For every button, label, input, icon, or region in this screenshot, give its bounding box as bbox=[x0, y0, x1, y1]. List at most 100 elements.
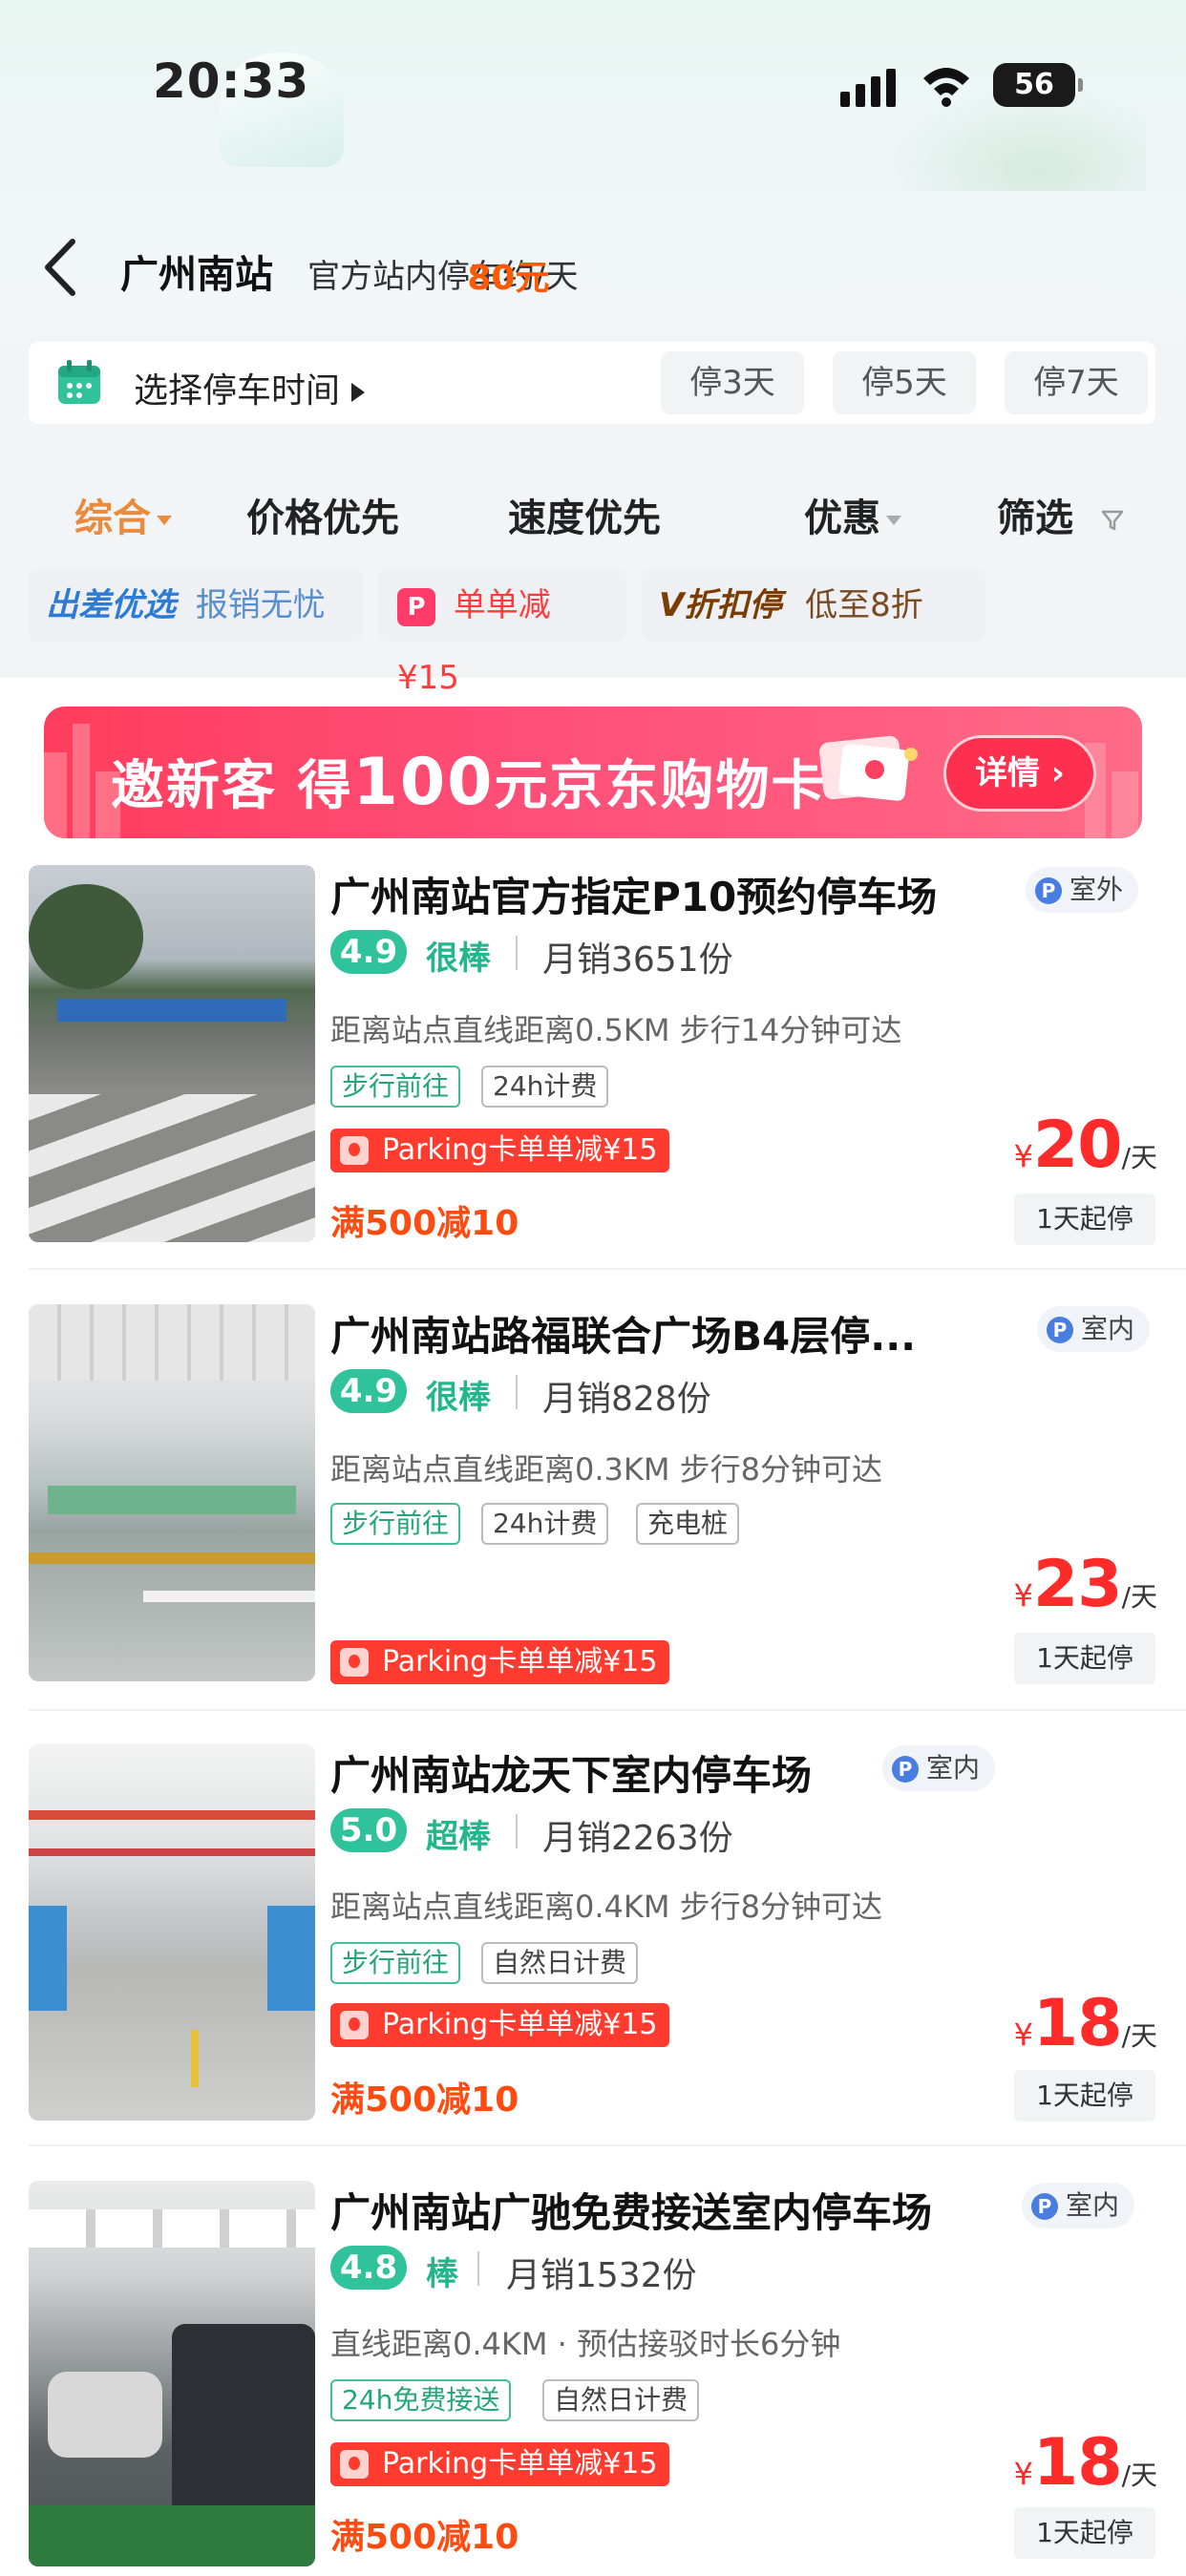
chip-7-days[interactable]: 停7天 bbox=[1005, 351, 1148, 414]
price-value: 18 bbox=[1032, 2425, 1123, 2501]
monthly-sales: 月销2263份 bbox=[542, 1819, 733, 1858]
lot-price: ¥20/天 bbox=[1014, 1108, 1157, 1183]
price-currency: ¥ bbox=[1013, 1577, 1033, 1614]
parking-card-text: Parking卡单单减¥15 bbox=[382, 1645, 658, 1679]
lot-name: 广州南站官方指定P10预约停车场 bbox=[330, 874, 938, 920]
promo-per-order-discount[interactable]: P 单单减¥15 bbox=[378, 569, 626, 697]
price-currency: ¥ bbox=[1013, 2016, 1033, 2053]
battery-indicator: 56 bbox=[993, 63, 1083, 107]
banner-text-c: 元京东购物卡 bbox=[494, 755, 827, 817]
parking-p-icon: P bbox=[1047, 1317, 1073, 1343]
business-trip-text: 报销无忧 bbox=[195, 586, 326, 624]
parking-p-icon: P bbox=[1035, 877, 1062, 904]
tag-walk: 步行前往 bbox=[330, 1066, 461, 1108]
parking-card-text: Parking卡单单减¥15 bbox=[382, 2008, 658, 2041]
promo-discount-parking[interactable]: V折扣停 低至8折 bbox=[642, 569, 985, 642]
tag-walk: 步行前往 bbox=[330, 1942, 461, 1984]
select-parking-time-label: 选择停车时间 bbox=[134, 371, 341, 411]
official-price-note: 官方站内停车约 80元/天 bbox=[307, 250, 578, 298]
location-badge-text: 室内 bbox=[1066, 2189, 1120, 2221]
parking-card-discount: Parking卡单单减¥15 bbox=[330, 2442, 669, 2486]
rating-score: 4.9 bbox=[330, 1369, 407, 1413]
tag-24h-billing: 24h计费 bbox=[481, 1066, 609, 1108]
tab-comprehensive[interactable]: 综合 bbox=[74, 487, 172, 542]
rating-word: 很棒 bbox=[426, 1379, 491, 1417]
battery-level: 56 bbox=[1014, 68, 1054, 101]
lot-name: 广州南站龙天下室内停车场 bbox=[330, 1752, 813, 1799]
filter-icon bbox=[1101, 510, 1124, 531]
tag-natural-day-billing: 自然日计费 bbox=[542, 2379, 700, 2421]
banner-headline: 邀新客 得100元京东购物卡 bbox=[111, 743, 826, 820]
rating-word: 超棒 bbox=[426, 1818, 491, 1856]
divider bbox=[477, 2251, 479, 2286]
location-badge: P 室内 bbox=[882, 1745, 996, 1791]
location-badge-text: 室内 bbox=[1081, 1313, 1135, 1344]
list-divider bbox=[29, 2144, 1186, 2146]
minimum-stay: 1天起停 bbox=[1014, 2507, 1155, 2559]
parking-card-discount: Parking卡单单减¥15 bbox=[330, 2003, 669, 2047]
chip-3-days[interactable]: 停3天 bbox=[661, 351, 804, 414]
official-price-value: 80元 bbox=[467, 259, 550, 298]
parking-card-discount: Parking卡单单减¥15 bbox=[330, 1129, 669, 1172]
parking-card-icon bbox=[340, 1136, 369, 1165]
distance-info: 距离站点直线距离0.3KM 步行8分钟可达 bbox=[330, 1451, 883, 1488]
tab-discount-label: 优惠 bbox=[804, 496, 880, 540]
location-badge: P 室外 bbox=[1026, 867, 1139, 913]
parking-card-text: Parking卡单单减¥15 bbox=[382, 2447, 658, 2481]
divider bbox=[516, 1814, 518, 1848]
tab-speed-first[interactable]: 速度优先 bbox=[508, 487, 661, 542]
price-currency: ¥ bbox=[1013, 1138, 1033, 1174]
caret-down-icon bbox=[157, 516, 172, 525]
monthly-sales: 月销828份 bbox=[542, 1380, 711, 1419]
tab-comprehensive-label: 综合 bbox=[74, 496, 151, 540]
parking-card-icon bbox=[340, 2450, 369, 2479]
discount-parking-brand: V折扣停 bbox=[659, 586, 782, 624]
parking-p-icon: P bbox=[397, 587, 435, 626]
select-parking-time[interactable]: 选择停车时间 bbox=[134, 363, 366, 412]
parking-card-discount: Parking卡单单减¥15 bbox=[330, 1640, 669, 1684]
price-value: 18 bbox=[1032, 1986, 1123, 2061]
lot-price: ¥18/天 bbox=[1014, 1986, 1157, 2061]
banner-detail-button[interactable]: 详情 › bbox=[943, 735, 1096, 812]
distance-info: 距离站点直线距离0.5KM 步行14分钟可达 bbox=[330, 1012, 902, 1048]
tab-discount[interactable]: 优惠 bbox=[804, 487, 901, 542]
rating-word: 很棒 bbox=[426, 940, 491, 978]
chip-5-days[interactable]: 停5天 bbox=[833, 351, 976, 414]
full-reduction-offer: 满500减10 bbox=[330, 1204, 519, 1243]
tag-charging-pile: 充电桩 bbox=[636, 1503, 740, 1545]
rating-score: 4.8 bbox=[330, 2246, 407, 2290]
parking-card-icon bbox=[340, 1648, 369, 1677]
discount-parking-text: 低至8折 bbox=[805, 586, 923, 624]
tag-natural-day-billing: 自然日计费 bbox=[481, 1942, 639, 1984]
divider bbox=[516, 1375, 518, 1409]
rating-word: 棒 bbox=[426, 2255, 458, 2293]
lot-price: ¥18/天 bbox=[1014, 2425, 1157, 2501]
list-divider bbox=[29, 1709, 1186, 1711]
minimum-stay: 1天起停 bbox=[1014, 2070, 1155, 2122]
business-trip-brand: 出差优选 bbox=[46, 586, 176, 624]
location-badge-text: 室外 bbox=[1070, 874, 1124, 905]
parking-p-icon: P bbox=[892, 1756, 919, 1783]
price-value: 23 bbox=[1032, 1547, 1123, 1622]
price-unit: /天 bbox=[1121, 2460, 1157, 2491]
tab-filter-label: 筛选 bbox=[997, 496, 1073, 540]
monthly-sales: 月销1532份 bbox=[506, 2256, 697, 2295]
red-envelope-icon bbox=[819, 735, 918, 801]
parking-card-text: Parking卡单单减¥15 bbox=[382, 1133, 658, 1167]
tag-24h-billing: 24h计费 bbox=[481, 1503, 609, 1545]
parking-p-icon: P bbox=[1031, 2193, 1058, 2220]
location-badge: P 室内 bbox=[1037, 1306, 1151, 1352]
tab-filter[interactable]: 筛选 bbox=[997, 487, 1125, 542]
back-arrow-icon[interactable] bbox=[38, 234, 86, 301]
tab-price-first[interactable]: 价格优先 bbox=[246, 487, 399, 542]
rating-score: 4.9 bbox=[330, 930, 407, 974]
divider bbox=[516, 936, 518, 970]
rating-score: 5.0 bbox=[330, 1808, 407, 1852]
caret-down-icon bbox=[886, 516, 901, 525]
promo-business-trip[interactable]: 出差优选 报销无忧 bbox=[29, 569, 363, 642]
distance-info: 距离站点直线距离0.4KM 步行8分钟可达 bbox=[330, 1889, 883, 1925]
banner-amount: 100 bbox=[352, 745, 495, 820]
minimum-stay: 1天起停 bbox=[1014, 1193, 1155, 1245]
parking-lot-photo bbox=[29, 1304, 315, 1681]
price-currency: ¥ bbox=[1013, 2456, 1033, 2492]
